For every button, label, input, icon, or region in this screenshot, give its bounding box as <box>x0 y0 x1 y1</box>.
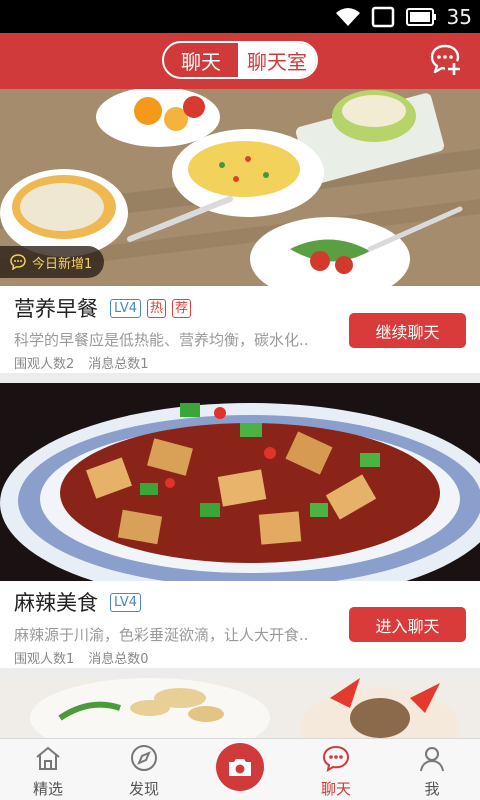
recommend-tag: 荐 <box>172 298 192 318</box>
segmented-tabs: 聊天 聊天室 <box>162 41 318 79</box>
add-chat-icon[interactable] <box>430 43 462 77</box>
tab-chatroom[interactable]: 聊天室 <box>238 43 316 77</box>
enter-chat-button[interactable]: 进入聊天 <box>349 607 466 642</box>
hot-tag: 热 <box>146 298 166 318</box>
nav-discover-label: 发现 <box>128 780 159 798</box>
status-time: 35 <box>446 5 472 29</box>
compass-icon <box>131 745 157 771</box>
new-today-text: 今日新增1 <box>32 256 93 272</box>
nav-discover[interactable]: 发现 <box>96 739 192 800</box>
room-description: 科学的早餐应是低热能、营养均衡，碳水化.. <box>14 331 309 349</box>
chat-bubble-icon <box>10 254 26 270</box>
chatroom-card[interactable]: 麻辣美食 LV4 麻辣源于川渝，色彩垂涎欲滴，让人大开食.. 围观人数1 消息总… <box>0 383 480 668</box>
room-stats: 围观人数1 消息总数0 <box>14 648 149 667</box>
dish-photo <box>0 678 480 738</box>
room-title-row: 营养早餐 LV4 热 荐 <box>14 293 192 323</box>
home-icon <box>36 746 60 770</box>
chat-icon <box>322 745 350 772</box>
room-description: 麻辣源于川渝，色彩垂涎欲滴，让人大开食.. <box>14 626 309 644</box>
nav-featured[interactable]: 精选 <box>0 739 96 800</box>
camera-button[interactable] <box>216 743 264 791</box>
status-icons: 35 <box>335 4 472 30</box>
person-icon <box>420 747 444 772</box>
nav-chat-label: 聊天 <box>320 780 351 798</box>
room-stats: 围观人数2 消息总数1 <box>14 353 149 372</box>
screen-icon <box>371 6 394 28</box>
messages-count: 消息总数0 <box>88 652 149 667</box>
continue-chat-button[interactable]: 继续聊天 <box>349 313 466 348</box>
nav-me-label: 我 <box>424 780 440 798</box>
nav-chat[interactable]: 聊天 <box>288 739 384 800</box>
chatroom-card[interactable]: 今日新增1 营养早餐 LV4 热 荐 科学的早餐应是低热能、营养均衡，碳水化..… <box>0 89 480 373</box>
messages-count: 消息总数1 <box>88 357 149 372</box>
nav-me[interactable]: 我 <box>384 739 480 800</box>
level-badge: LV4 <box>110 592 141 612</box>
level-badge: LV4 <box>110 298 141 318</box>
spicy-food-photo <box>0 383 480 581</box>
wifi-icon <box>335 8 360 26</box>
room-title: 麻辣美食 <box>14 591 98 615</box>
tab-chat[interactable]: 聊天 <box>164 43 238 77</box>
room-title-row: 麻辣美食 LV4 <box>14 587 141 617</box>
app-root: 35 聊天 聊天室 今日新增1 营养早餐 LV4 热 荐 科学的早餐应是低热能、… <box>0 0 480 800</box>
nav-featured-label: 精选 <box>32 780 63 798</box>
app-header: 聊天 聊天室 <box>0 33 480 89</box>
new-today-badge: 今日新增1 <box>0 246 105 278</box>
viewers-count: 围观人数1 <box>14 652 75 667</box>
room-title: 营养早餐 <box>14 297 98 321</box>
camera-icon <box>229 759 251 776</box>
chatroom-card[interactable] <box>0 678 480 738</box>
viewers-count: 围观人数2 <box>14 357 75 372</box>
bottom-navigation: 精选 发现 聊天 我 <box>0 738 480 800</box>
battery-icon <box>405 8 436 26</box>
status-bar: 35 <box>0 0 480 33</box>
